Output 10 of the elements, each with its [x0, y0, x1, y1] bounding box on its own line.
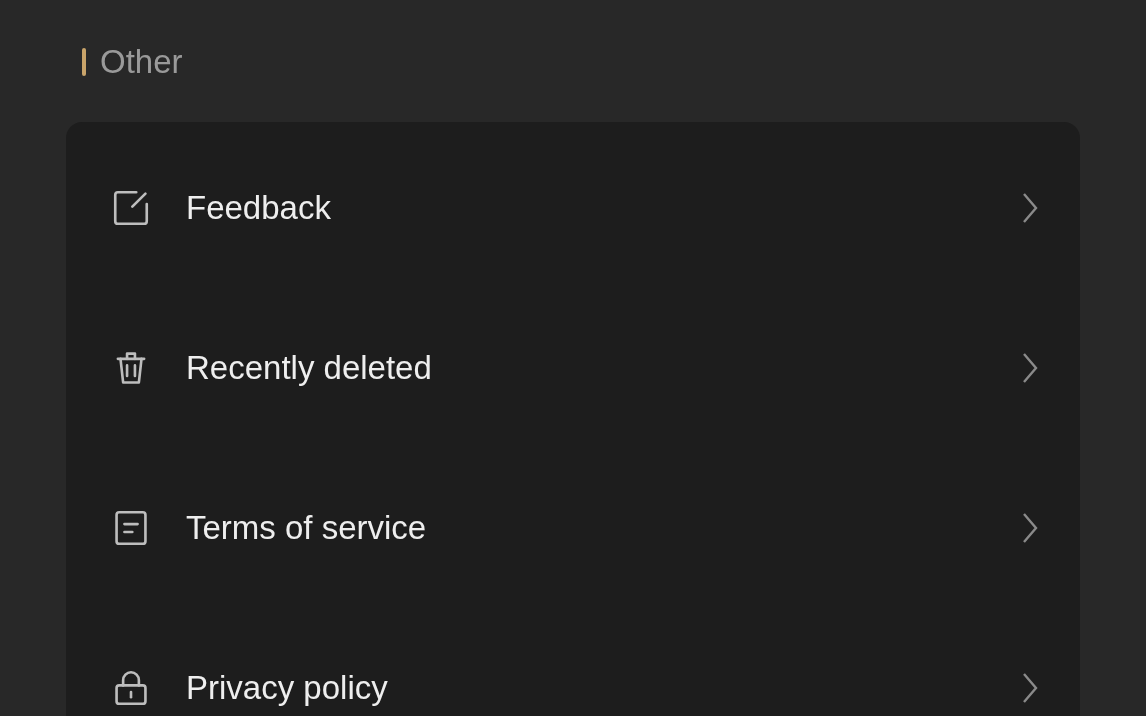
menu-item-label: Feedback: [186, 189, 332, 227]
menu-item-label: Privacy policy: [186, 669, 389, 707]
accent-bar: [82, 48, 86, 76]
menu-item-label: Recently deleted: [186, 349, 433, 387]
section-title: Other: [100, 43, 183, 81]
menu-item[interactable]: Recently deleted: [66, 288, 1080, 448]
menu-item-label: Terms of service: [186, 509, 428, 547]
menu-item[interactable]: Privacy policy: [66, 608, 1080, 716]
menu-item[interactable]: Feedback: [66, 128, 1080, 288]
menu-item[interactable]: Terms of service: [66, 448, 1080, 608]
